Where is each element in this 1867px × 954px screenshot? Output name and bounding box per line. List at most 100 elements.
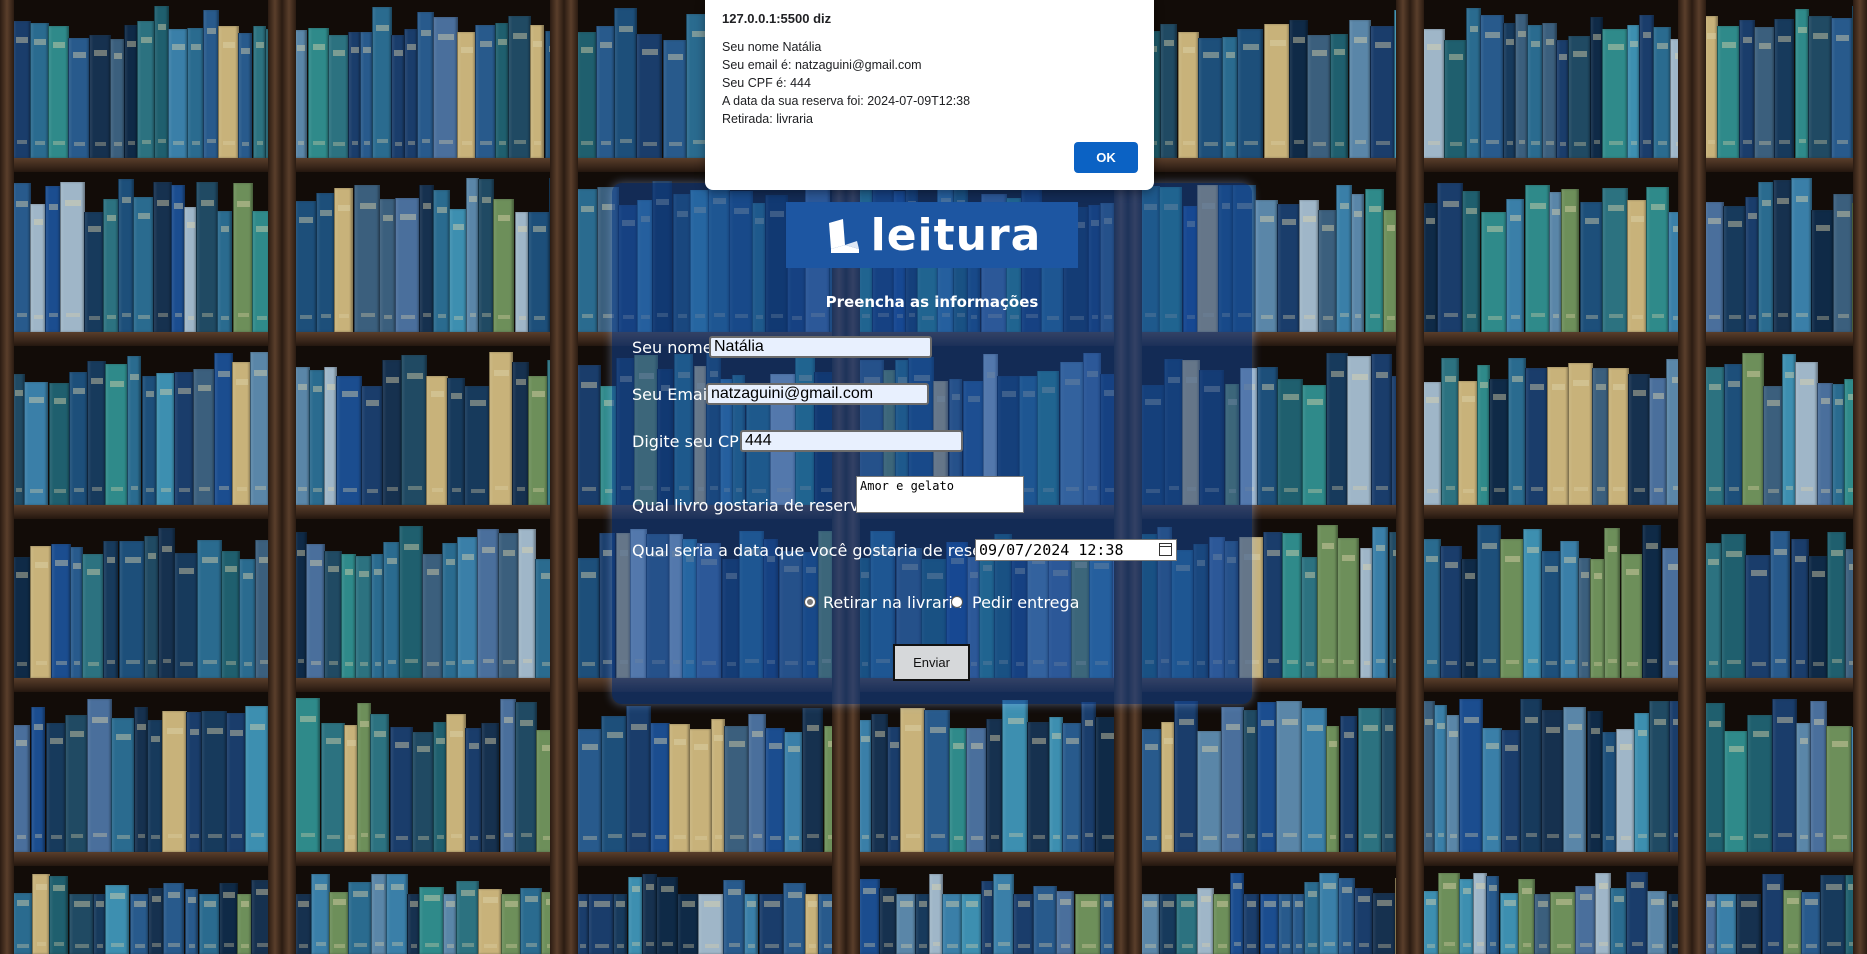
book-spine bbox=[1550, 892, 1576, 954]
book-spine bbox=[1795, 362, 1818, 505]
dialog-title: 127.0.0.1:5500 diz bbox=[722, 11, 832, 26]
bookcase-post bbox=[1853, 0, 1867, 954]
radio-delivery-label[interactable]: Pedir entrega bbox=[972, 593, 1079, 612]
book-spine bbox=[1704, 16, 1718, 158]
book-spine bbox=[495, 23, 509, 158]
shelf-board bbox=[1410, 852, 1692, 866]
book-spine bbox=[105, 885, 129, 954]
book-spine bbox=[412, 732, 434, 852]
dialog-ok-button[interactable]: OK bbox=[1074, 142, 1138, 173]
shelf-row bbox=[846, 866, 1128, 954]
book-spine bbox=[1561, 189, 1579, 332]
book-spine bbox=[1817, 383, 1833, 505]
book-spine bbox=[1458, 381, 1478, 505]
book-spine bbox=[87, 699, 112, 852]
shelf-row bbox=[1692, 172, 1867, 332]
book-spine bbox=[1520, 699, 1542, 852]
book-spine bbox=[1422, 539, 1441, 678]
book-spine bbox=[1318, 210, 1337, 332]
book-spine bbox=[456, 881, 479, 954]
book-spine bbox=[1446, 715, 1460, 852]
book-spine bbox=[69, 372, 88, 505]
radio-pickup[interactable] bbox=[804, 596, 816, 608]
book-spine bbox=[1811, 210, 1834, 332]
book-spine bbox=[1473, 873, 1487, 954]
book-spine bbox=[321, 723, 345, 852]
book-spine bbox=[698, 894, 724, 954]
bookcase-post bbox=[1410, 0, 1424, 954]
book-spine bbox=[784, 732, 803, 852]
book-spine bbox=[1525, 368, 1548, 505]
shelf-board bbox=[0, 852, 282, 866]
shelf-board bbox=[0, 678, 282, 692]
book-spine bbox=[1422, 203, 1438, 332]
book-spine bbox=[961, 894, 982, 954]
book-spine bbox=[308, 28, 329, 158]
book-spine bbox=[1277, 204, 1300, 332]
book-spine bbox=[1358, 708, 1382, 852]
shelf-row bbox=[0, 692, 282, 852]
shelf-row bbox=[1410, 0, 1692, 158]
book-spine bbox=[871, 714, 888, 852]
shelf-board bbox=[0, 505, 282, 519]
date-input[interactable]: 09/07/2024 12:38 bbox=[975, 539, 1177, 561]
book-spine bbox=[942, 894, 962, 954]
book-spine bbox=[929, 874, 943, 954]
book-spine bbox=[481, 723, 499, 852]
book-spine bbox=[1754, 27, 1775, 158]
book-textarea[interactable]: Amor e gelato bbox=[856, 476, 1024, 513]
book-spine bbox=[82, 554, 104, 678]
book-spine bbox=[1304, 882, 1320, 954]
book-spine bbox=[417, 12, 434, 158]
book-spine bbox=[949, 728, 967, 852]
book-spine bbox=[1704, 543, 1722, 678]
book-spine bbox=[245, 706, 269, 852]
book-spine bbox=[1762, 874, 1784, 954]
book-spine bbox=[663, 40, 687, 158]
book-spine bbox=[24, 382, 48, 505]
book-spine bbox=[174, 372, 194, 505]
book-spine bbox=[162, 711, 187, 852]
book-spine bbox=[361, 386, 383, 505]
bookcase-post bbox=[550, 0, 564, 954]
book-spine bbox=[1237, 29, 1263, 158]
book-spine bbox=[237, 894, 252, 954]
book-spine bbox=[993, 874, 1014, 954]
book-spine bbox=[45, 186, 61, 332]
book-spine bbox=[1459, 879, 1474, 954]
book-spine bbox=[915, 894, 930, 954]
name-input[interactable]: Natália bbox=[709, 336, 932, 358]
book-spine bbox=[316, 193, 335, 332]
radio-pickup-label[interactable]: Retirar na livraria bbox=[823, 593, 963, 612]
book-spine bbox=[457, 32, 476, 158]
cpf-input[interactable]: 444 bbox=[740, 430, 963, 452]
book-spine bbox=[30, 546, 52, 678]
shelf-row bbox=[1410, 519, 1692, 678]
shelf-row bbox=[1410, 866, 1692, 954]
shelf-row bbox=[1692, 866, 1867, 954]
email-input[interactable]: natzaguini@gmail.com bbox=[706, 383, 929, 405]
book-spine bbox=[759, 894, 784, 954]
submit-button[interactable]: Enviar bbox=[893, 644, 970, 681]
book-spine bbox=[1770, 531, 1790, 678]
book-spine bbox=[433, 722, 447, 852]
shelf-row bbox=[564, 866, 846, 954]
book-spine bbox=[239, 559, 256, 678]
book-spine bbox=[1372, 893, 1396, 954]
book-spine bbox=[465, 728, 482, 852]
book-spine bbox=[1534, 894, 1551, 954]
radio-delivery[interactable] bbox=[951, 596, 963, 608]
book-spine bbox=[221, 551, 240, 678]
book-spine bbox=[1381, 708, 1396, 852]
book-spine bbox=[1370, 26, 1395, 158]
book-spine bbox=[656, 877, 678, 954]
calendar-icon[interactable] bbox=[1159, 543, 1172, 556]
book-spine bbox=[1372, 527, 1388, 678]
dialog-line-cpf: Seu CPF é: 444 bbox=[722, 76, 811, 90]
book-spine bbox=[1563, 707, 1586, 852]
book-spine bbox=[1595, 873, 1611, 954]
book-spine bbox=[515, 702, 537, 852]
book-spine bbox=[193, 369, 215, 505]
book-spine bbox=[1724, 731, 1748, 852]
book-spine bbox=[518, 529, 536, 678]
